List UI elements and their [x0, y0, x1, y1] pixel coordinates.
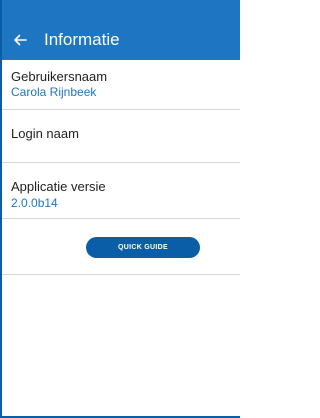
quick-guide-button[interactable]: QUICK GUIDE: [86, 237, 200, 258]
version-label: Applicatie versie: [11, 179, 106, 194]
status-bar: [0, 0, 240, 20]
page-title: Informatie: [44, 30, 120, 49]
username-label: Gebruikersnaam: [11, 69, 108, 84]
login-label: Login naam: [11, 126, 79, 141]
quick-guide-section: QUICK GUIDE: [0, 219, 240, 275]
username-value: Carola Rijnbeek: [11, 85, 97, 99]
left-edge: [0, 0, 2, 418]
version-row: Applicatie versie 2.0.0b14: [0, 163, 240, 219]
version-value: 2.0.0b14: [11, 196, 58, 210]
login-row: Login naam: [0, 110, 240, 163]
username-row: Gebruikersnaam Carola Rijnbeek: [0, 60, 240, 110]
app-bar: Informatie: [0, 20, 240, 60]
arrow-left-icon: [14, 34, 27, 46]
app-screen: Informatie Gebruikersnaam Carola Rijnbee…: [0, 0, 240, 418]
back-button[interactable]: [0, 20, 40, 60]
